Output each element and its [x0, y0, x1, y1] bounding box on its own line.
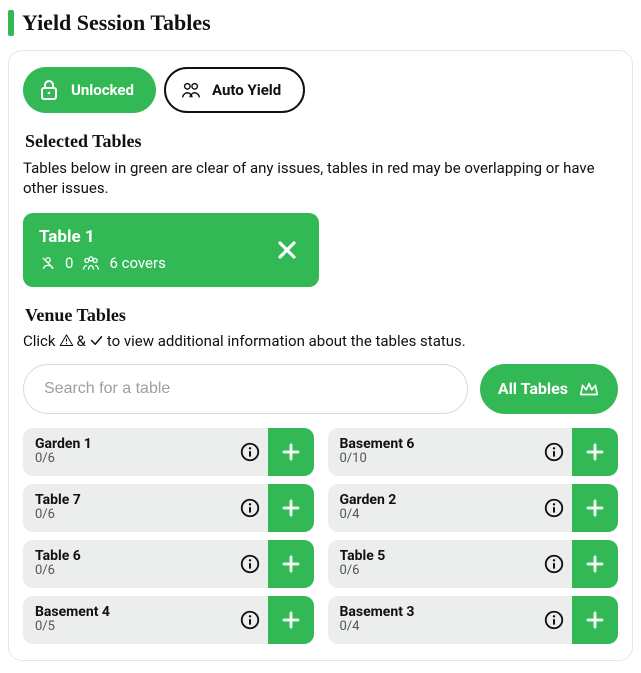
plus-icon: [279, 496, 303, 520]
table-add-button[interactable]: [572, 596, 618, 644]
table-add-button[interactable]: [268, 428, 314, 476]
check-icon: [89, 333, 104, 348]
table-capacity: 0/6: [340, 564, 525, 578]
plus-icon: [583, 496, 607, 520]
auto-yield-button[interactable]: Auto Yield: [164, 67, 305, 113]
plus-icon: [583, 440, 607, 464]
selected-table-card[interactable]: Table 1 0 6 covers: [23, 213, 319, 287]
table-name: Basement 3: [340, 604, 525, 620]
table-info-button[interactable]: [232, 428, 268, 476]
venue-desc-post: to view additional information about the…: [107, 332, 466, 350]
plus-icon: [279, 440, 303, 464]
table-row: Basement 40/5: [23, 596, 314, 644]
selected-table-covers: 6 covers: [109, 254, 165, 272]
table-capacity: 0/6: [35, 564, 220, 578]
table-info[interactable]: Table 60/6: [23, 540, 232, 588]
table-capacity: 0/6: [35, 508, 220, 522]
venue-tables-col-left: Garden 10/6Table 70/6Table 60/6Basement …: [23, 428, 314, 644]
table-info-button[interactable]: [536, 596, 572, 644]
table-name: Basement 4: [35, 604, 220, 620]
auto-yield-label: Auto Yield: [212, 81, 281, 99]
venue-tables-heading: Venue Tables: [25, 305, 616, 326]
all-tables-button[interactable]: All Tables: [480, 364, 618, 414]
table-capacity: 0/4: [340, 620, 525, 634]
crown-icon: [578, 378, 600, 400]
table-info-button[interactable]: [232, 484, 268, 532]
table-info[interactable]: Garden 10/6: [23, 428, 232, 476]
table-add-button[interactable]: [268, 540, 314, 588]
page-title: Yield Session Tables: [22, 10, 211, 36]
table-info-button[interactable]: [232, 540, 268, 588]
table-info[interactable]: Basement 40/5: [23, 596, 232, 644]
table-info[interactable]: Basement 60/10: [328, 428, 537, 476]
table-add-button[interactable]: [572, 540, 618, 588]
table-name: Garden 1: [35, 436, 220, 452]
table-name: Table 7: [35, 492, 220, 508]
selected-table-name: Table 1: [39, 227, 166, 247]
table-name: Table 5: [340, 548, 525, 564]
group-icon: [81, 253, 101, 273]
table-add-button[interactable]: [268, 596, 314, 644]
table-add-button[interactable]: [572, 428, 618, 476]
lock-icon: [37, 78, 61, 102]
title-accent-bar: [8, 10, 14, 36]
info-icon: [543, 497, 565, 519]
people-icon: [180, 79, 202, 101]
info-icon: [543, 553, 565, 575]
table-name: Garden 2: [340, 492, 525, 508]
selected-tables-heading: Selected Tables: [25, 131, 616, 152]
main-card: Unlocked Auto Yield Selected Tables Tabl…: [8, 50, 633, 661]
selected-tables-description: Tables below in green are clear of any i…: [23, 158, 618, 199]
table-capacity: 0/6: [35, 452, 220, 466]
lock-label: Unlocked: [71, 81, 134, 99]
info-icon: [543, 609, 565, 631]
selected-table-blocked: 0: [65, 254, 73, 272]
table-row: Table 60/6: [23, 540, 314, 588]
table-row: Garden 10/6: [23, 428, 314, 476]
warning-icon: [59, 333, 74, 348]
table-info[interactable]: Table 70/6: [23, 484, 232, 532]
info-icon: [239, 553, 261, 575]
table-row: Basement 60/10: [328, 428, 619, 476]
table-info-button[interactable]: [536, 428, 572, 476]
person-blocked-icon: [39, 254, 57, 272]
table-row: Garden 20/4: [328, 484, 619, 532]
venue-desc-mid: &: [77, 332, 86, 350]
table-capacity: 0/10: [340, 452, 525, 466]
table-row: Table 50/6: [328, 540, 619, 588]
table-info-button[interactable]: [232, 596, 268, 644]
venue-tables-description: Click & to view additional information a…: [23, 332, 618, 350]
search-input[interactable]: [23, 364, 468, 414]
table-info-button[interactable]: [536, 540, 572, 588]
table-add-button[interactable]: [268, 484, 314, 532]
info-icon: [543, 441, 565, 463]
lock-toggle[interactable]: Unlocked: [23, 67, 156, 113]
table-row: Basement 30/4: [328, 596, 619, 644]
table-info-button[interactable]: [536, 484, 572, 532]
venue-tables-col-right: Basement 60/10Garden 20/4Table 50/6Basem…: [328, 428, 619, 644]
plus-icon: [279, 552, 303, 576]
info-icon: [239, 441, 261, 463]
plus-icon: [583, 552, 607, 576]
table-capacity: 0/4: [340, 508, 525, 522]
plus-icon: [279, 608, 303, 632]
remove-selected-button[interactable]: [271, 234, 303, 266]
all-tables-label: All Tables: [498, 379, 568, 398]
venue-desc-pre: Click: [23, 332, 56, 350]
plus-icon: [583, 608, 607, 632]
table-row: Table 70/6: [23, 484, 314, 532]
table-info[interactable]: Garden 20/4: [328, 484, 537, 532]
table-info[interactable]: Table 50/6: [328, 540, 537, 588]
table-info[interactable]: Basement 30/4: [328, 596, 537, 644]
info-icon: [239, 497, 261, 519]
table-name: Table 6: [35, 548, 220, 564]
table-add-button[interactable]: [572, 484, 618, 532]
info-icon: [239, 609, 261, 631]
table-capacity: 0/5: [35, 620, 220, 634]
table-name: Basement 6: [340, 436, 525, 452]
